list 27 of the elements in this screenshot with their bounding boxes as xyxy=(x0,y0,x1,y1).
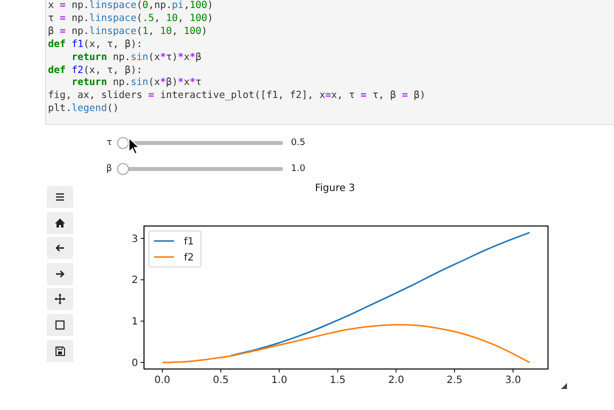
slider-label: β xyxy=(105,164,112,174)
x-tick-label: 0.0 xyxy=(154,375,170,386)
legend-label: f2 xyxy=(184,252,194,264)
code-line: fig, ax, sliders = interactive_plot([f1, f2], x=x, τ = τ, β = β) xyxy=(48,90,426,104)
slider-value: 0.5 xyxy=(291,138,306,148)
x-tick-label: 1.5 xyxy=(330,375,346,386)
code-line: plt.legend() xyxy=(48,103,119,116)
legend-label: f1 xyxy=(184,236,194,248)
x-tick-label: 3.0 xyxy=(505,375,521,386)
y-tick-label: 3 xyxy=(132,234,138,245)
x-tick-label: 1.0 xyxy=(271,375,288,386)
code-line: return np.sin(x*β)*x*τ xyxy=(70,77,202,90)
code-line: return np.sin(x*τ)*x*β xyxy=(70,52,202,65)
x-tick-label: 0.5 xyxy=(212,375,229,386)
slider-value: 1.0 xyxy=(291,164,306,174)
y-tick-label: 0 xyxy=(132,358,138,369)
slider-label: τ xyxy=(106,138,112,148)
y-tick-label: 1 xyxy=(132,316,138,328)
figure-title: Figure 3 xyxy=(314,183,356,196)
code-line: x = np.linspace(0,np.pi,100) xyxy=(48,0,214,13)
code-line: def f2(x, τ, β): xyxy=(48,64,142,78)
y-tick-label: 2 xyxy=(132,275,138,286)
code-line: def f1(x, τ, β): xyxy=(48,38,142,52)
x-tick-label: 2.0 xyxy=(388,375,404,386)
code-line: τ = np.linspace(.5, 10, 100) xyxy=(48,12,214,26)
x-tick-label: 2.5 xyxy=(446,375,463,386)
code-line: β = np.linspace(1, 10, 100) xyxy=(48,26,208,39)
